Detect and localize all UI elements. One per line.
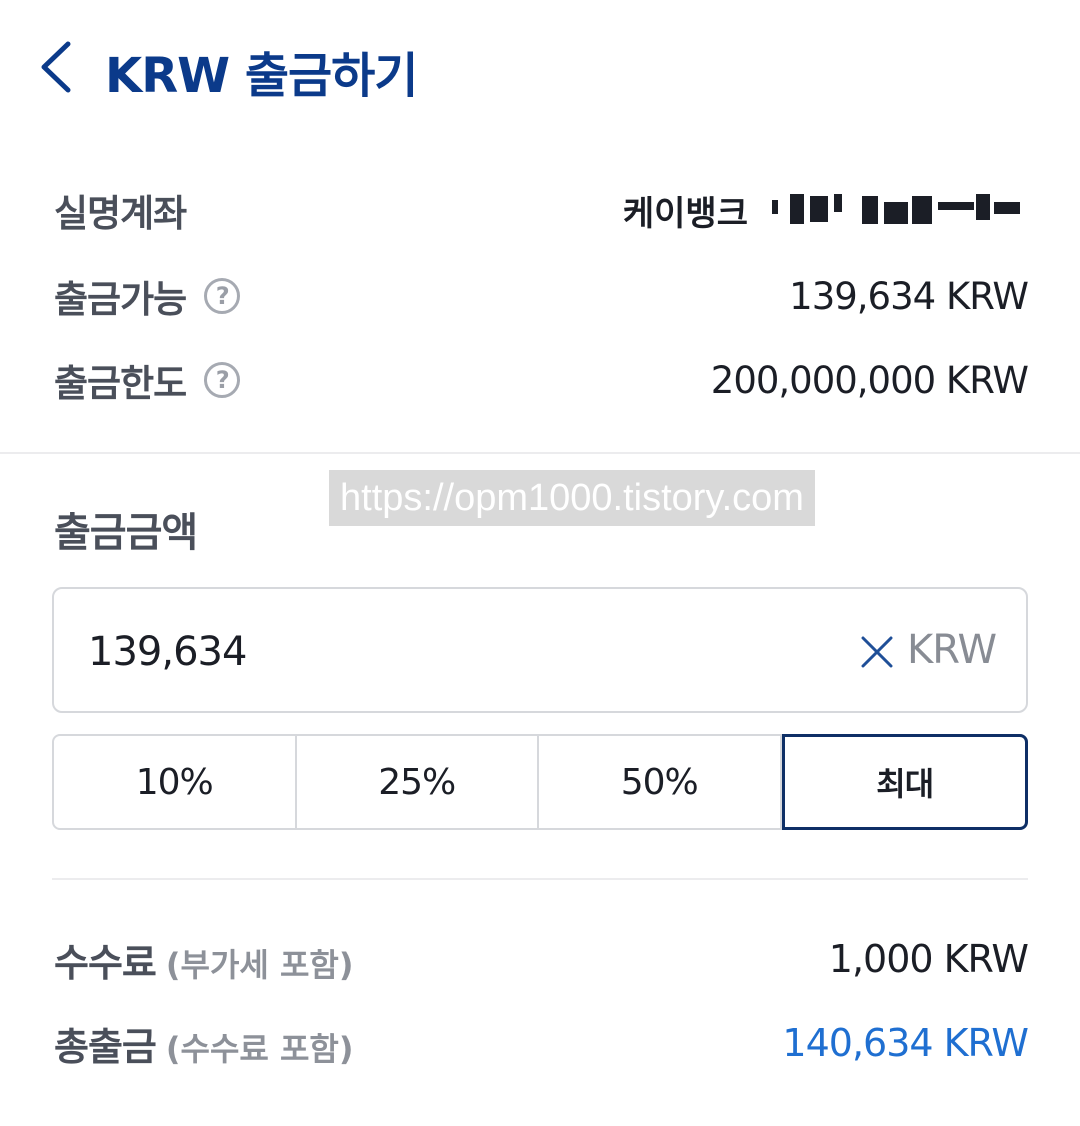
page-title: KRW 출금하기	[105, 48, 418, 104]
header: KRW 출금하기	[0, 0, 1080, 140]
chevron-left-icon	[41, 41, 71, 93]
clear-button[interactable]	[860, 635, 894, 669]
fee-label-group: 수수료 (부가세 포함)	[54, 932, 353, 987]
percent-50-button[interactable]: 50%	[539, 734, 782, 830]
total-label: 총출금	[54, 1024, 157, 1069]
bank-name: 케이뱅크	[622, 193, 748, 234]
available-label-group: 출금가능 ?	[54, 269, 241, 323]
limit-label-group: 출금한도 ?	[54, 353, 241, 407]
percent-25-button[interactable]: 25%	[296, 734, 539, 830]
help-icon[interactable]: ?	[204, 362, 241, 398]
masked-account-number	[766, 190, 1028, 230]
fee-label: 수수료	[54, 940, 157, 985]
fee-sublabel: (부가세 포함)	[165, 945, 354, 984]
limit-label: 출금한도	[54, 362, 187, 405]
available-value: 139,634 KRW	[789, 274, 1029, 318]
amount-input[interactable]	[88, 619, 808, 685]
account-value: 케이뱅크	[623, 186, 1028, 235]
max-button[interactable]: 최대	[781, 734, 1028, 830]
section-divider	[0, 452, 1080, 454]
percent-button-group: 10% 25% 50% 최대	[52, 734, 1028, 830]
total-label-group: 총출금 (수수료 포함)	[54, 1016, 353, 1071]
account-row: 실명계좌 케이뱅크	[54, 180, 1028, 240]
account-label: 실명계좌	[54, 192, 187, 235]
available-label: 출금가능	[54, 278, 187, 321]
fee-row: 수수료 (부가세 포함) 1,000 KRW	[54, 926, 1029, 992]
currency-unit: KRW	[907, 627, 997, 673]
help-icon[interactable]: ?	[204, 278, 241, 314]
close-icon	[861, 636, 893, 668]
amount-label: 출금금액	[54, 510, 198, 556]
watermark: https://opm1000.tistory.com	[329, 470, 815, 526]
back-button[interactable]	[30, 32, 90, 102]
limit-value: 200,000,000 KRW	[710, 358, 1029, 402]
total-value: 140,634 KRW	[782, 1021, 1029, 1065]
amount-field: KRW	[52, 587, 1028, 713]
limit-row: 출금한도 ? 200,000,000 KRW	[54, 350, 1029, 410]
percent-10-button[interactable]: 10%	[52, 734, 297, 830]
total-row: 총출금 (수수료 포함) 140,634 KRW	[54, 1010, 1029, 1076]
fee-value: 1,000 KRW	[828, 937, 1029, 981]
total-sublabel: (수수료 포함)	[165, 1029, 354, 1068]
summary-divider	[52, 878, 1028, 880]
available-row: 출금가능 ? 139,634 KRW	[54, 266, 1029, 326]
